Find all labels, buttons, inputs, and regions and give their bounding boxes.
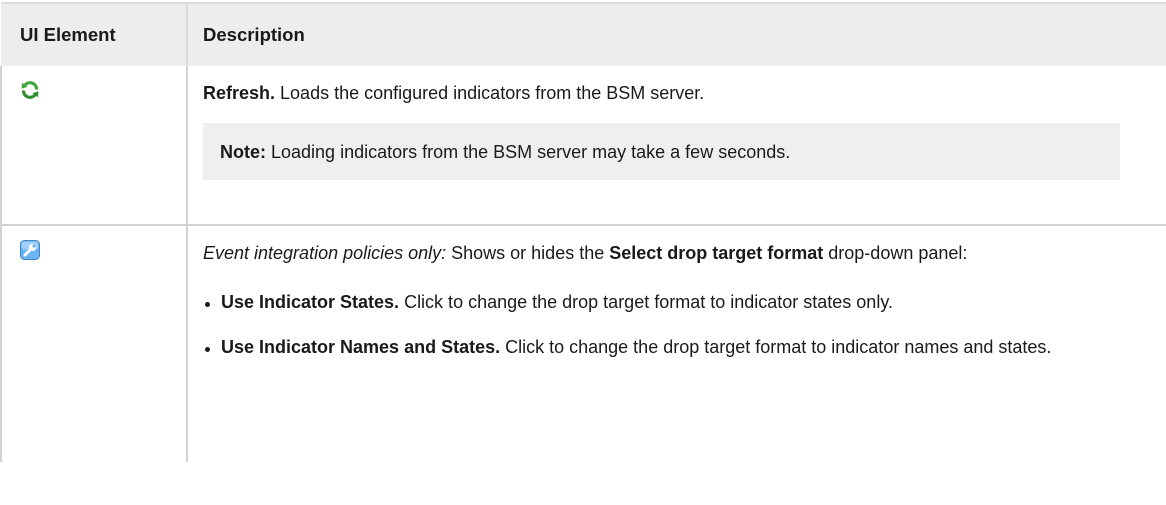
toggle-description: Event integration policies only: Shows o… bbox=[203, 240, 1157, 267]
refresh-description: Refresh. Loads the configured indicators… bbox=[203, 80, 1157, 107]
refresh-title: Refresh. bbox=[203, 83, 276, 103]
option-title: Use Indicator States. bbox=[221, 292, 400, 312]
refresh-text: Loads the configured indicators from the… bbox=[275, 83, 705, 103]
list-item: Use Indicator Names and States. Click to… bbox=[203, 334, 1101, 361]
toggle-intro-tail: drop-down panel: bbox=[823, 243, 968, 263]
option-text: Click to change the drop target format t… bbox=[399, 292, 893, 312]
ui-element-cell bbox=[0, 225, 187, 462]
table-row: Refresh. Loads the configured indicators… bbox=[0, 66, 1166, 226]
wrench-icon bbox=[20, 240, 40, 260]
header-ui-element: UI Element bbox=[1, 2, 187, 66]
description-cell: Event integration policies only: Shows o… bbox=[186, 225, 1166, 462]
toggle-intro-bold: Select drop target format bbox=[609, 243, 824, 263]
description-cell: Refresh. Loads the configured indicators… bbox=[186, 66, 1166, 226]
options-list: Use Indicator States. Click to change th… bbox=[203, 289, 1157, 361]
table-row: Event integration policies only: Shows o… bbox=[0, 225, 1166, 462]
ui-element-cell bbox=[0, 66, 187, 226]
option-title: Use Indicator Names and States. bbox=[221, 337, 501, 357]
refresh-icon bbox=[20, 80, 40, 100]
table-header-row: UI Element Description bbox=[1, 2, 1166, 66]
ui-elements-table: UI Element Description Refresh. Loads th… bbox=[0, 2, 1166, 462]
header-description: Description bbox=[186, 2, 1166, 66]
note-label: Note: bbox=[220, 142, 266, 162]
list-item: Use Indicator States. Click to change th… bbox=[203, 289, 1101, 316]
note-box: Note: Loading indicators from the BSM se… bbox=[203, 123, 1120, 180]
note-text: Loading indicators from the BSM server m… bbox=[266, 142, 791, 162]
toggle-intro-text: Shows or hides the bbox=[446, 243, 610, 263]
toggle-intro-italic: Event integration policies only: bbox=[203, 243, 447, 263]
option-text: Click to change the drop target format t… bbox=[500, 337, 1052, 357]
